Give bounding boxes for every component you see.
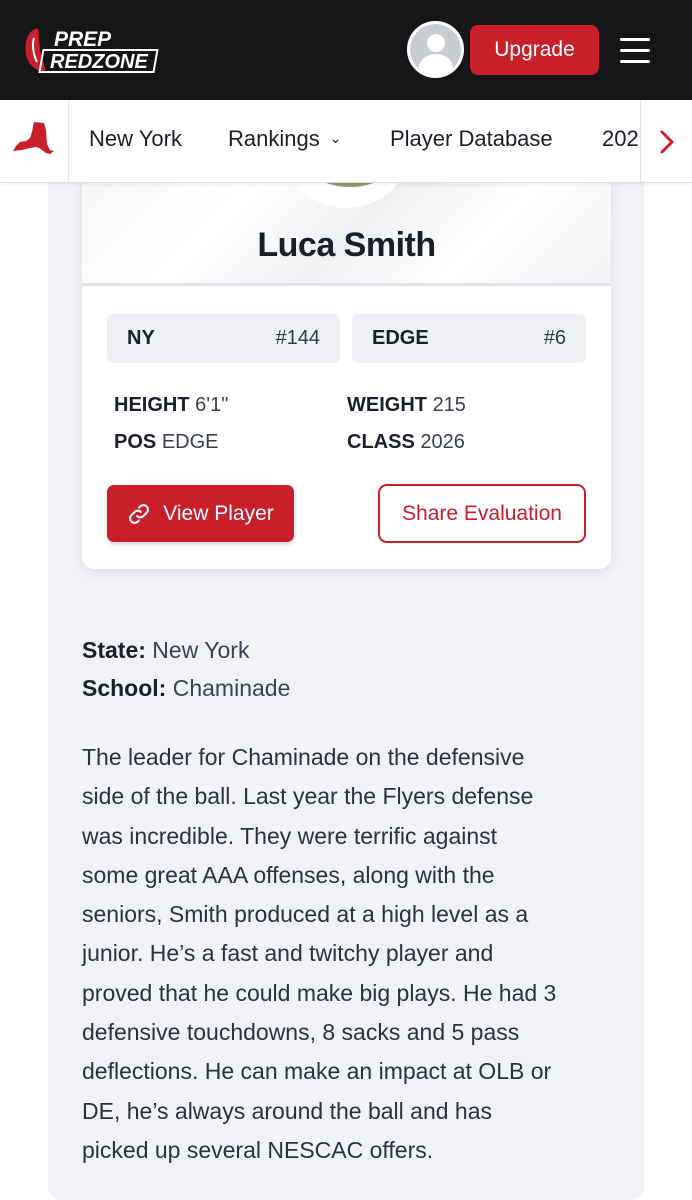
state-rank-label: NY (127, 327, 155, 349)
state-info: State: New York (82, 637, 249, 664)
view-player-label: View Player (163, 501, 274, 525)
class-label: CLASS (347, 431, 415, 453)
evaluation-line: picked up several NESCAC offers. (82, 1136, 434, 1163)
evaluation-line: defensive touchdowns, 8 sacks and 5 pass (82, 1019, 520, 1046)
class-value: 2026 (420, 431, 465, 453)
chevron-right-icon[interactable] (641, 100, 692, 182)
school-info-label: School: (82, 675, 167, 701)
nav-item-class-year[interactable]: 202 (602, 126, 639, 152)
position-stat: POS EDGE (114, 431, 219, 454)
height-stat: HEIGHT 6'1" (114, 394, 228, 417)
class-stat: CLASS 2026 (347, 431, 465, 454)
state-rank-value: #144 (275, 327, 321, 349)
evaluation-line: deflections. He can make an impact at OL… (82, 1058, 552, 1085)
player-name: Luca Smith (257, 226, 436, 264)
new-york-state-icon[interactable] (10, 120, 56, 160)
share-evaluation-label: Share Evaluation (402, 501, 562, 525)
position-rank-label: EDGE (372, 327, 429, 349)
nav-item-rankings-label: Rankings (228, 126, 320, 151)
evaluation-line: The leader for Chaminade on the defensiv… (82, 744, 525, 770)
sub-navigation: New York Rankings ⌄ Player Database 202 (0, 100, 692, 183)
logo-line1: PREP (54, 28, 112, 51)
user-avatar-icon[interactable] (407, 21, 464, 78)
nav-item-player-database[interactable]: Player Database (390, 126, 553, 152)
height-label: HEIGHT (114, 394, 190, 416)
evaluation-line: proved that he could make big plays. He … (82, 979, 557, 1006)
nav-item-rankings[interactable]: Rankings ⌄ (228, 126, 341, 152)
evaluation-text: The leader for Chaminade on the defensiv… (82, 738, 622, 1170)
top-header: PREP REDZONE Upgrade (0, 0, 692, 100)
evaluation-line: DE, he’s always around the ball and has (82, 1097, 493, 1124)
height-value: 6'1" (195, 394, 229, 416)
share-evaluation-button[interactable]: Share Evaluation (378, 484, 586, 543)
upgrade-button[interactable]: Upgrade (470, 25, 599, 75)
link-icon (129, 503, 150, 524)
player-card: Luca Smith NY #144 EDGE #6 HEIGHT 6'1" W… (82, 120, 611, 569)
evaluation-line: seniors, Smith produced at a high level … (82, 901, 529, 928)
state-rank-chip: NY #144 (107, 314, 340, 363)
position-rank-chip: EDGE #6 (352, 314, 586, 363)
state-info-label: State: (82, 637, 146, 663)
nav-item-new-york[interactable]: New York (89, 126, 182, 152)
logo-line2: REDZONE (50, 51, 148, 73)
weight-label: WEIGHT (347, 394, 427, 416)
prep-redzone-logo[interactable]: PREP REDZONE (24, 24, 166, 76)
pos-label: POS (114, 431, 157, 453)
chevron-down-icon: ⌄ (329, 130, 342, 146)
school-info-value: Chaminade (172, 675, 291, 701)
hamburger-menu-icon[interactable] (620, 36, 652, 64)
school-info: School: Chaminade (82, 675, 290, 702)
pos-value: EDGE (161, 431, 219, 453)
position-rank-value: #6 (543, 327, 566, 349)
view-player-button[interactable]: View Player (107, 485, 294, 542)
evaluation-line: was incredible. They were terrific again… (82, 822, 498, 849)
weight-value: 215 (432, 394, 466, 416)
evaluation-line: side of the ball. Last year the Flyers d… (82, 783, 534, 810)
state-info-value: New York (152, 637, 250, 663)
weight-stat: WEIGHT 215 (347, 394, 466, 417)
evaluation-line: some great AAA offenses, along with the (82, 861, 495, 888)
evaluation-line: junior. He’s a fast and twitchy player a… (82, 940, 494, 967)
